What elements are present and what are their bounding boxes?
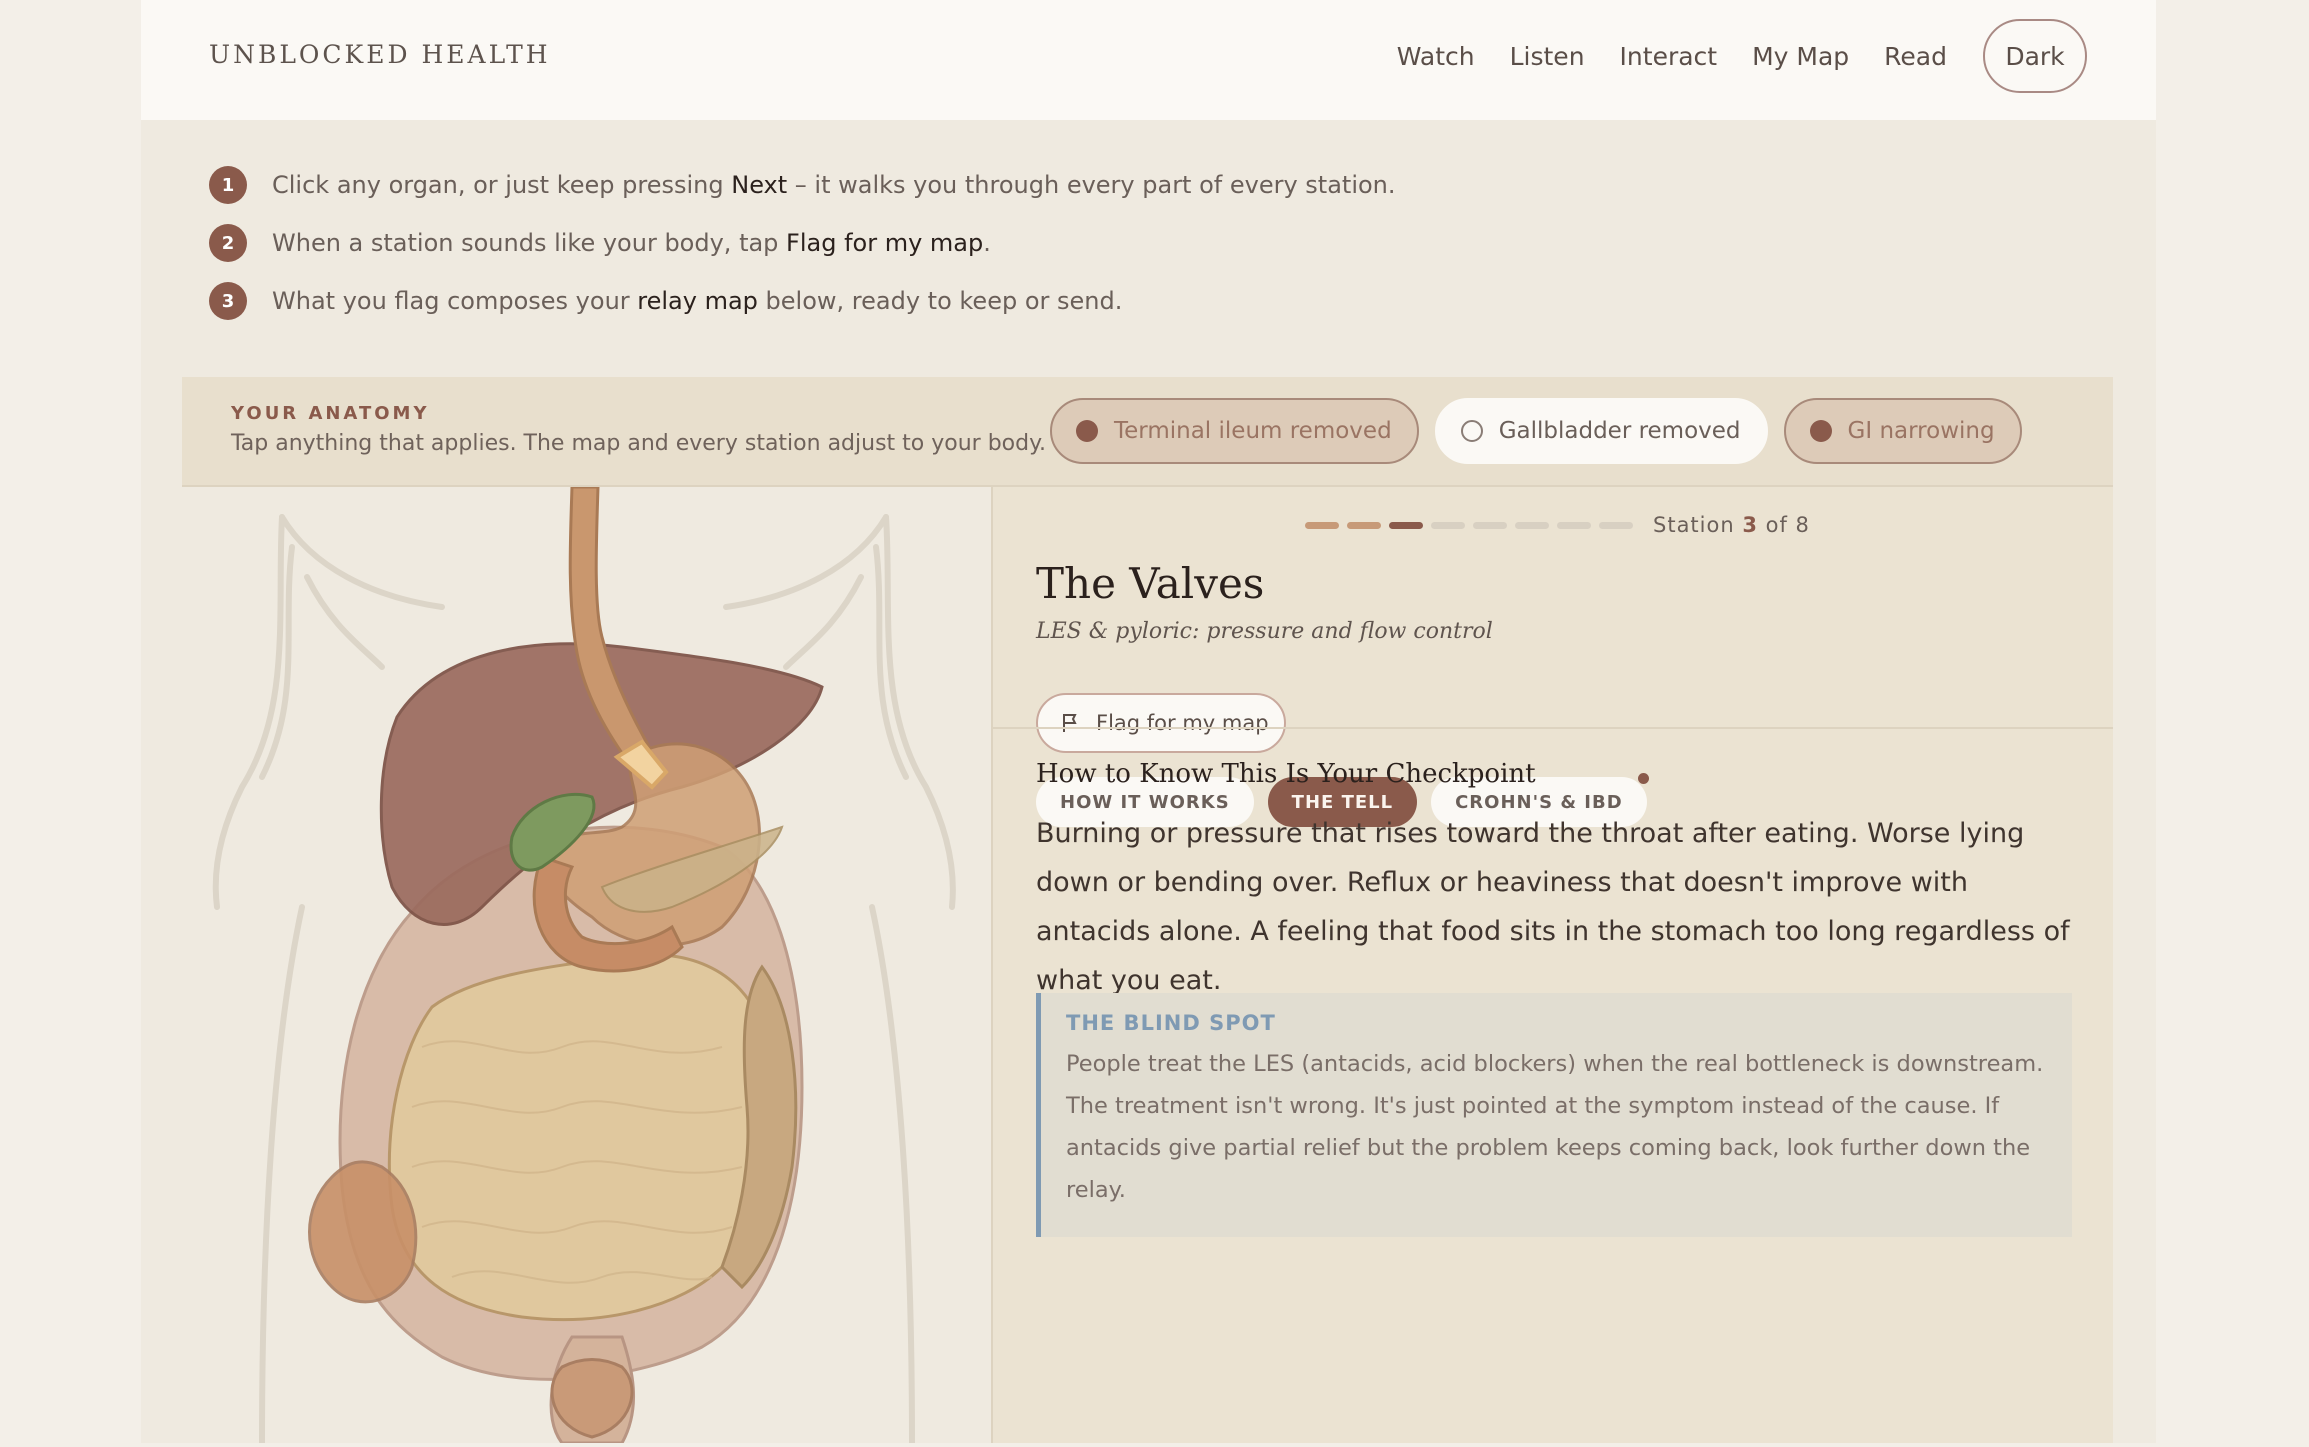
nav-my-map[interactable]: My Map [1752,42,1849,71]
nav-watch[interactable]: Watch [1397,42,1475,71]
progress-segment[interactable] [1599,521,1633,529]
flag-icon [1063,714,1077,732]
step-2: 2 When a station sounds like your body, … [209,214,1396,272]
progress-segment[interactable] [1431,521,1465,529]
small-intestine[interactable] [387,953,774,1321]
step-number: 3 [209,282,247,320]
chip-label: Gallbladder removed [1498,418,1741,444]
blind-spot-heading: THE BLIND SPOT [1066,1011,1276,1035]
step-text: Click any organ, or just keep pressing N… [272,171,1396,199]
content-divider [993,727,2113,729]
page: UNBLOCKED HEALTH Watch Listen Interact M… [141,0,2156,1446]
top-navigation-bar: UNBLOCKED HEALTH Watch Listen Interact M… [141,0,2156,120]
step-number: 2 [209,224,247,262]
station-title: The Valves [1036,559,1265,608]
step-3: 3 What you flag composes your relay map … [209,272,1396,330]
chip-label: Terminal ileum removed [1114,418,1392,444]
step-text: When a station sounds like your body, ta… [272,229,991,257]
chip-gi-narrowing[interactable]: GI narrowing [1783,398,2022,464]
main-nav: Watch Listen Interact My Map Read Dark [1362,19,2087,93]
progress-segment[interactable] [1557,521,1591,529]
chip-gallbladder-removed[interactable]: Gallbladder removed [1434,398,1768,464]
station-card: YOUR ANATOMY Tap anything that applies. … [182,377,2113,1446]
blind-spot-text: People treat the LES (antacids, acid blo… [1066,1051,2044,1203]
selected-dot-icon [1809,420,1832,442]
step-1: 1 Click any organ, or just keep pressing… [209,156,1396,214]
brand-logo[interactable]: UNBLOCKED HEALTH [209,40,551,69]
progress-segment[interactable] [1515,521,1549,529]
unselected-dot-icon [1460,420,1483,442]
nav-listen[interactable]: Listen [1510,42,1585,71]
dark-mode-toggle[interactable]: Dark [1983,19,2087,93]
anatomy-chips: Terminal ileum removed Gallbladder remov… [1050,398,2038,464]
chip-label: GI narrowing [1847,418,1995,444]
progress-segment[interactable] [1473,521,1507,529]
progress-segment[interactable] [1347,521,1381,529]
progress-segment[interactable] [1305,521,1339,529]
cecum[interactable] [308,1160,418,1304]
step-text: What you flag composes your relay map be… [272,287,1123,315]
step-number: 1 [209,166,247,204]
chip-terminal-ileum-removed[interactable]: Terminal ileum removed [1050,398,1419,464]
nav-read[interactable]: Read [1884,42,1947,71]
blind-spot-callout: THE BLIND SPOT People treat the LES (ant… [1036,993,2072,1237]
anatomy-description: Tap anything that applies. The map and e… [231,431,1046,456]
station-subtitle: LES & pyloric: pressure and flow control [1036,619,1493,644]
digestive-system-diagram [212,485,956,1446]
nav-interact[interactable]: Interact [1620,42,1718,71]
flag-for-my-map-button[interactable]: Flag for my map [1036,693,1286,753]
selected-dot-icon [1076,420,1098,442]
progress-segment-current[interactable] [1389,521,1423,529]
instruction-steps: 1 Click any organ, or just keep pressing… [209,156,1396,330]
anatomy-diagram-panel [182,485,991,1446]
station-detail-panel: Station 3 of 8 The Valves LES & pyloric:… [993,487,2113,1443]
anatomy-label: YOUR ANATOMY [231,403,430,424]
station-counter: Station 3 of 8 [1653,513,1810,537]
notification-dot-icon [1637,773,1649,784]
anatomy-bar: YOUR ANATOMY Tap anything that applies. … [182,377,2113,487]
section-heading: How to Know This Is Your Checkpoint [1036,759,1536,789]
station-progress: Station 3 of 8 [1305,513,1810,537]
flag-button-label: Flag for my map [1096,711,1269,735]
section-body: Burning or pressure that rises toward th… [1036,818,2070,996]
